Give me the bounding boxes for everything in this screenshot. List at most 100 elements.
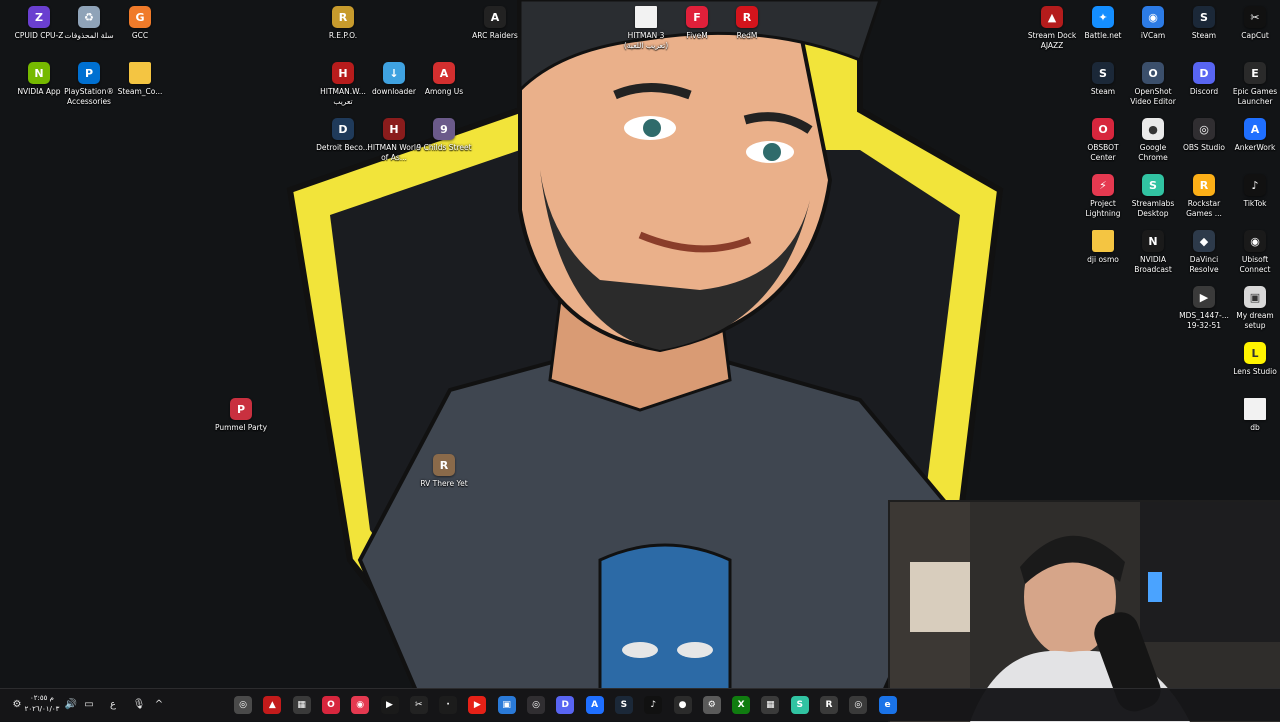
desktop-icon-12[interactable]: S Steam xyxy=(1175,6,1233,41)
project-lightning-icon: ⚡ xyxy=(1092,174,1114,196)
desktop-icon-23[interactable]: E Epic Games Launcher xyxy=(1226,62,1280,106)
volume-icon[interactable]: 🔊 xyxy=(64,698,78,712)
detroit-icon: D xyxy=(332,118,354,140)
desktop-icon-5[interactable]: A ARC Raiders xyxy=(466,6,524,41)
redm-icon: R xyxy=(736,6,758,28)
idle-icon[interactable]: · xyxy=(439,696,458,714)
taskbar-clock[interactable]: م ٠٢:٥٥ ٢٠٢٦/٠١/٠٣ xyxy=(22,693,62,715)
desktop-icon-40[interactable]: ▶ MDS_1447-... 19-32-51 xyxy=(1175,286,1233,330)
obs-icon[interactable]: ◎ xyxy=(849,696,868,714)
desktop-icon-label: NVIDIA App xyxy=(17,87,61,96)
desktop-icon-19[interactable]: A Among Us xyxy=(415,62,473,97)
stream-dock-icon: ▲ xyxy=(1041,6,1063,28)
gcc-icon: G xyxy=(129,6,151,28)
desktop-icon-label: RedM xyxy=(736,31,758,40)
desktop-icon-42[interactable]: L Lens Studio xyxy=(1226,342,1280,377)
desktop-icon-37[interactable]: ◆ DaVinci Resolve xyxy=(1175,230,1233,274)
desktop-icon-label: TikTok xyxy=(1243,199,1267,208)
xbox-icon[interactable]: X xyxy=(732,696,751,714)
desktop-icon-label: DaVinci Resolve xyxy=(1189,255,1219,274)
ubisoft-icon: ◉ xyxy=(1244,230,1266,252)
desktop-icon-label: Detroit Beco... xyxy=(316,143,370,152)
redm-icon[interactable]: R xyxy=(820,696,838,714)
nvidia-broadcast-icon[interactable]: ▶ xyxy=(380,696,399,714)
chevron-up-icon[interactable]: ^ xyxy=(152,698,166,712)
arc-icon[interactable]: ▲ xyxy=(263,696,282,714)
desktop-icon-label: MDS_1447-... 19-32-51 xyxy=(1179,311,1229,330)
network-icon[interactable]: ▭ xyxy=(82,698,96,712)
desktop-icon-label: dji osmo xyxy=(1087,255,1119,264)
tiktok-icon: ♪ xyxy=(1244,174,1266,196)
desktop-icon-9[interactable]: ▲ Stream Dock AJAZZ xyxy=(1023,6,1081,50)
desktop-icon-label: Google Chrome xyxy=(1138,143,1168,162)
desktop-icon-13[interactable]: ✂ CapCut xyxy=(1226,6,1280,41)
desktop-icon-label: iVCam xyxy=(1140,31,1166,40)
desktop-icon-33[interactable]: R Rockstar Games ... xyxy=(1175,174,1233,218)
desktop-icon-21[interactable]: O OpenShot Video Editor xyxy=(1124,62,1182,106)
desktop-icon-15[interactable]: P PlayStation® Accessories xyxy=(60,62,118,106)
desktop-icon-6[interactable]: HITMAN 3 (تعريب اللعبة) xyxy=(617,6,675,50)
desktop-icon-label: ARC Raiders xyxy=(472,31,518,40)
desktop-icon-41[interactable]: ▣ My dream setup xyxy=(1226,286,1280,330)
steam-overlay-icon[interactable]: ◎ xyxy=(234,696,252,714)
desktop-icon-4[interactable]: R R.E.P.O. xyxy=(314,6,372,41)
capcut-icon[interactable]: ✂ xyxy=(409,696,428,714)
settings-icon[interactable]: ⚙ xyxy=(702,696,721,714)
desktop-icon-39[interactable]: P Pummel Party xyxy=(212,398,270,433)
among-us-icon: A xyxy=(433,62,455,84)
desktop-icon-30[interactable]: A AnkerWork xyxy=(1226,118,1280,153)
rockstar-icon: R xyxy=(1193,174,1215,196)
obsbot-icon: O xyxy=(1092,118,1114,140)
desktop-icon-2[interactable]: ♻ سلة المحذوفات xyxy=(60,6,118,41)
clock-time: م ٠٢:٥٥ xyxy=(30,694,54,702)
desktop-icon-22[interactable]: D Discord xyxy=(1175,62,1233,97)
desktop-icon-label: My dream setup xyxy=(1236,311,1274,330)
desktop-icon-32[interactable]: S Streamlabs Desktop xyxy=(1124,174,1182,218)
youtube-icon[interactable]: ▶ xyxy=(468,696,487,714)
desktop-icon-28[interactable]: ● Google Chrome xyxy=(1124,118,1182,162)
desktop-icon-8[interactable]: R RedM xyxy=(718,6,776,41)
desktop-icon-11[interactable]: ◉ iVCam xyxy=(1124,6,1182,41)
hitman-translation-icon: H xyxy=(332,62,354,84)
nvidia-broadcast-icon: N xyxy=(1142,230,1164,252)
desktop-icon-label: 9 Childs Street xyxy=(416,143,472,152)
app-icon[interactable]: ▦ xyxy=(292,696,311,714)
file-icon xyxy=(635,6,657,28)
steam-icon[interactable]: S xyxy=(614,696,633,714)
microphone-icon[interactable]: 🎙 xyxy=(132,698,146,712)
ankerwork-icon[interactable]: A xyxy=(585,696,604,714)
desktop-icon-43[interactable]: R RV There Yet xyxy=(415,454,473,489)
calculator-icon[interactable]: ▦ xyxy=(761,696,780,714)
desktop-icon-label: CapCut xyxy=(1241,31,1269,40)
desktop-icon-label: R.E.P.O. xyxy=(328,31,358,40)
fivem-icon: F xyxy=(686,6,708,28)
streamlabs-icon[interactable]: S xyxy=(790,696,809,714)
obs-studio-icon[interactable]: ◎ xyxy=(527,696,545,714)
desktop-icon-44[interactable]: db xyxy=(1226,398,1280,433)
chrome-icon[interactable]: ● xyxy=(673,696,692,714)
discord-icon: D xyxy=(1193,62,1215,84)
obsbot-icon[interactable]: O xyxy=(321,696,340,714)
desktop-icon-16[interactable]: Steam_Co... xyxy=(111,62,169,97)
desktop-icon-36[interactable]: N NVIDIA Broadcast xyxy=(1124,230,1182,274)
desktop-icon-38[interactable]: ◉ Ubisoft Connect xyxy=(1226,230,1280,274)
desktop-icon-label: CPUID CPU-Z xyxy=(14,31,64,40)
desktop-icon-label: Epic Games Launcher xyxy=(1232,87,1278,106)
discord-icon[interactable]: D xyxy=(556,696,575,714)
desktop-icon-29[interactable]: ◎ OBS Studio xyxy=(1175,118,1233,153)
photos-icon[interactable]: ▣ xyxy=(497,696,516,714)
ivcam-icon: ◉ xyxy=(1142,6,1164,28)
desktop-icon-24[interactable]: D Detroit Beco... xyxy=(314,118,372,153)
desktop-icon-label: سلة المحذوفات xyxy=(64,31,114,40)
desktop-icon-3[interactable]: G GCC xyxy=(111,6,169,41)
project-lightning-icon[interactable]: ◉ xyxy=(351,696,370,714)
tiktok-icon[interactable]: ♪ xyxy=(644,696,663,714)
desktop-icon-label: Steam_Co... xyxy=(117,87,163,96)
edge-icon[interactable]: e xyxy=(878,696,897,714)
desktop-icon-17[interactable]: H HITMAN.W... تعريب xyxy=(314,62,372,106)
desktop-icon-label: Steam xyxy=(1090,87,1116,96)
language-indicator[interactable]: ع xyxy=(106,698,120,712)
desktop-icon-26[interactable]: 9 9 Childs Street xyxy=(415,118,473,153)
desktop-icon-34[interactable]: ♪ TikTok xyxy=(1226,174,1280,209)
battlenet-icon: ✦ xyxy=(1092,6,1114,28)
